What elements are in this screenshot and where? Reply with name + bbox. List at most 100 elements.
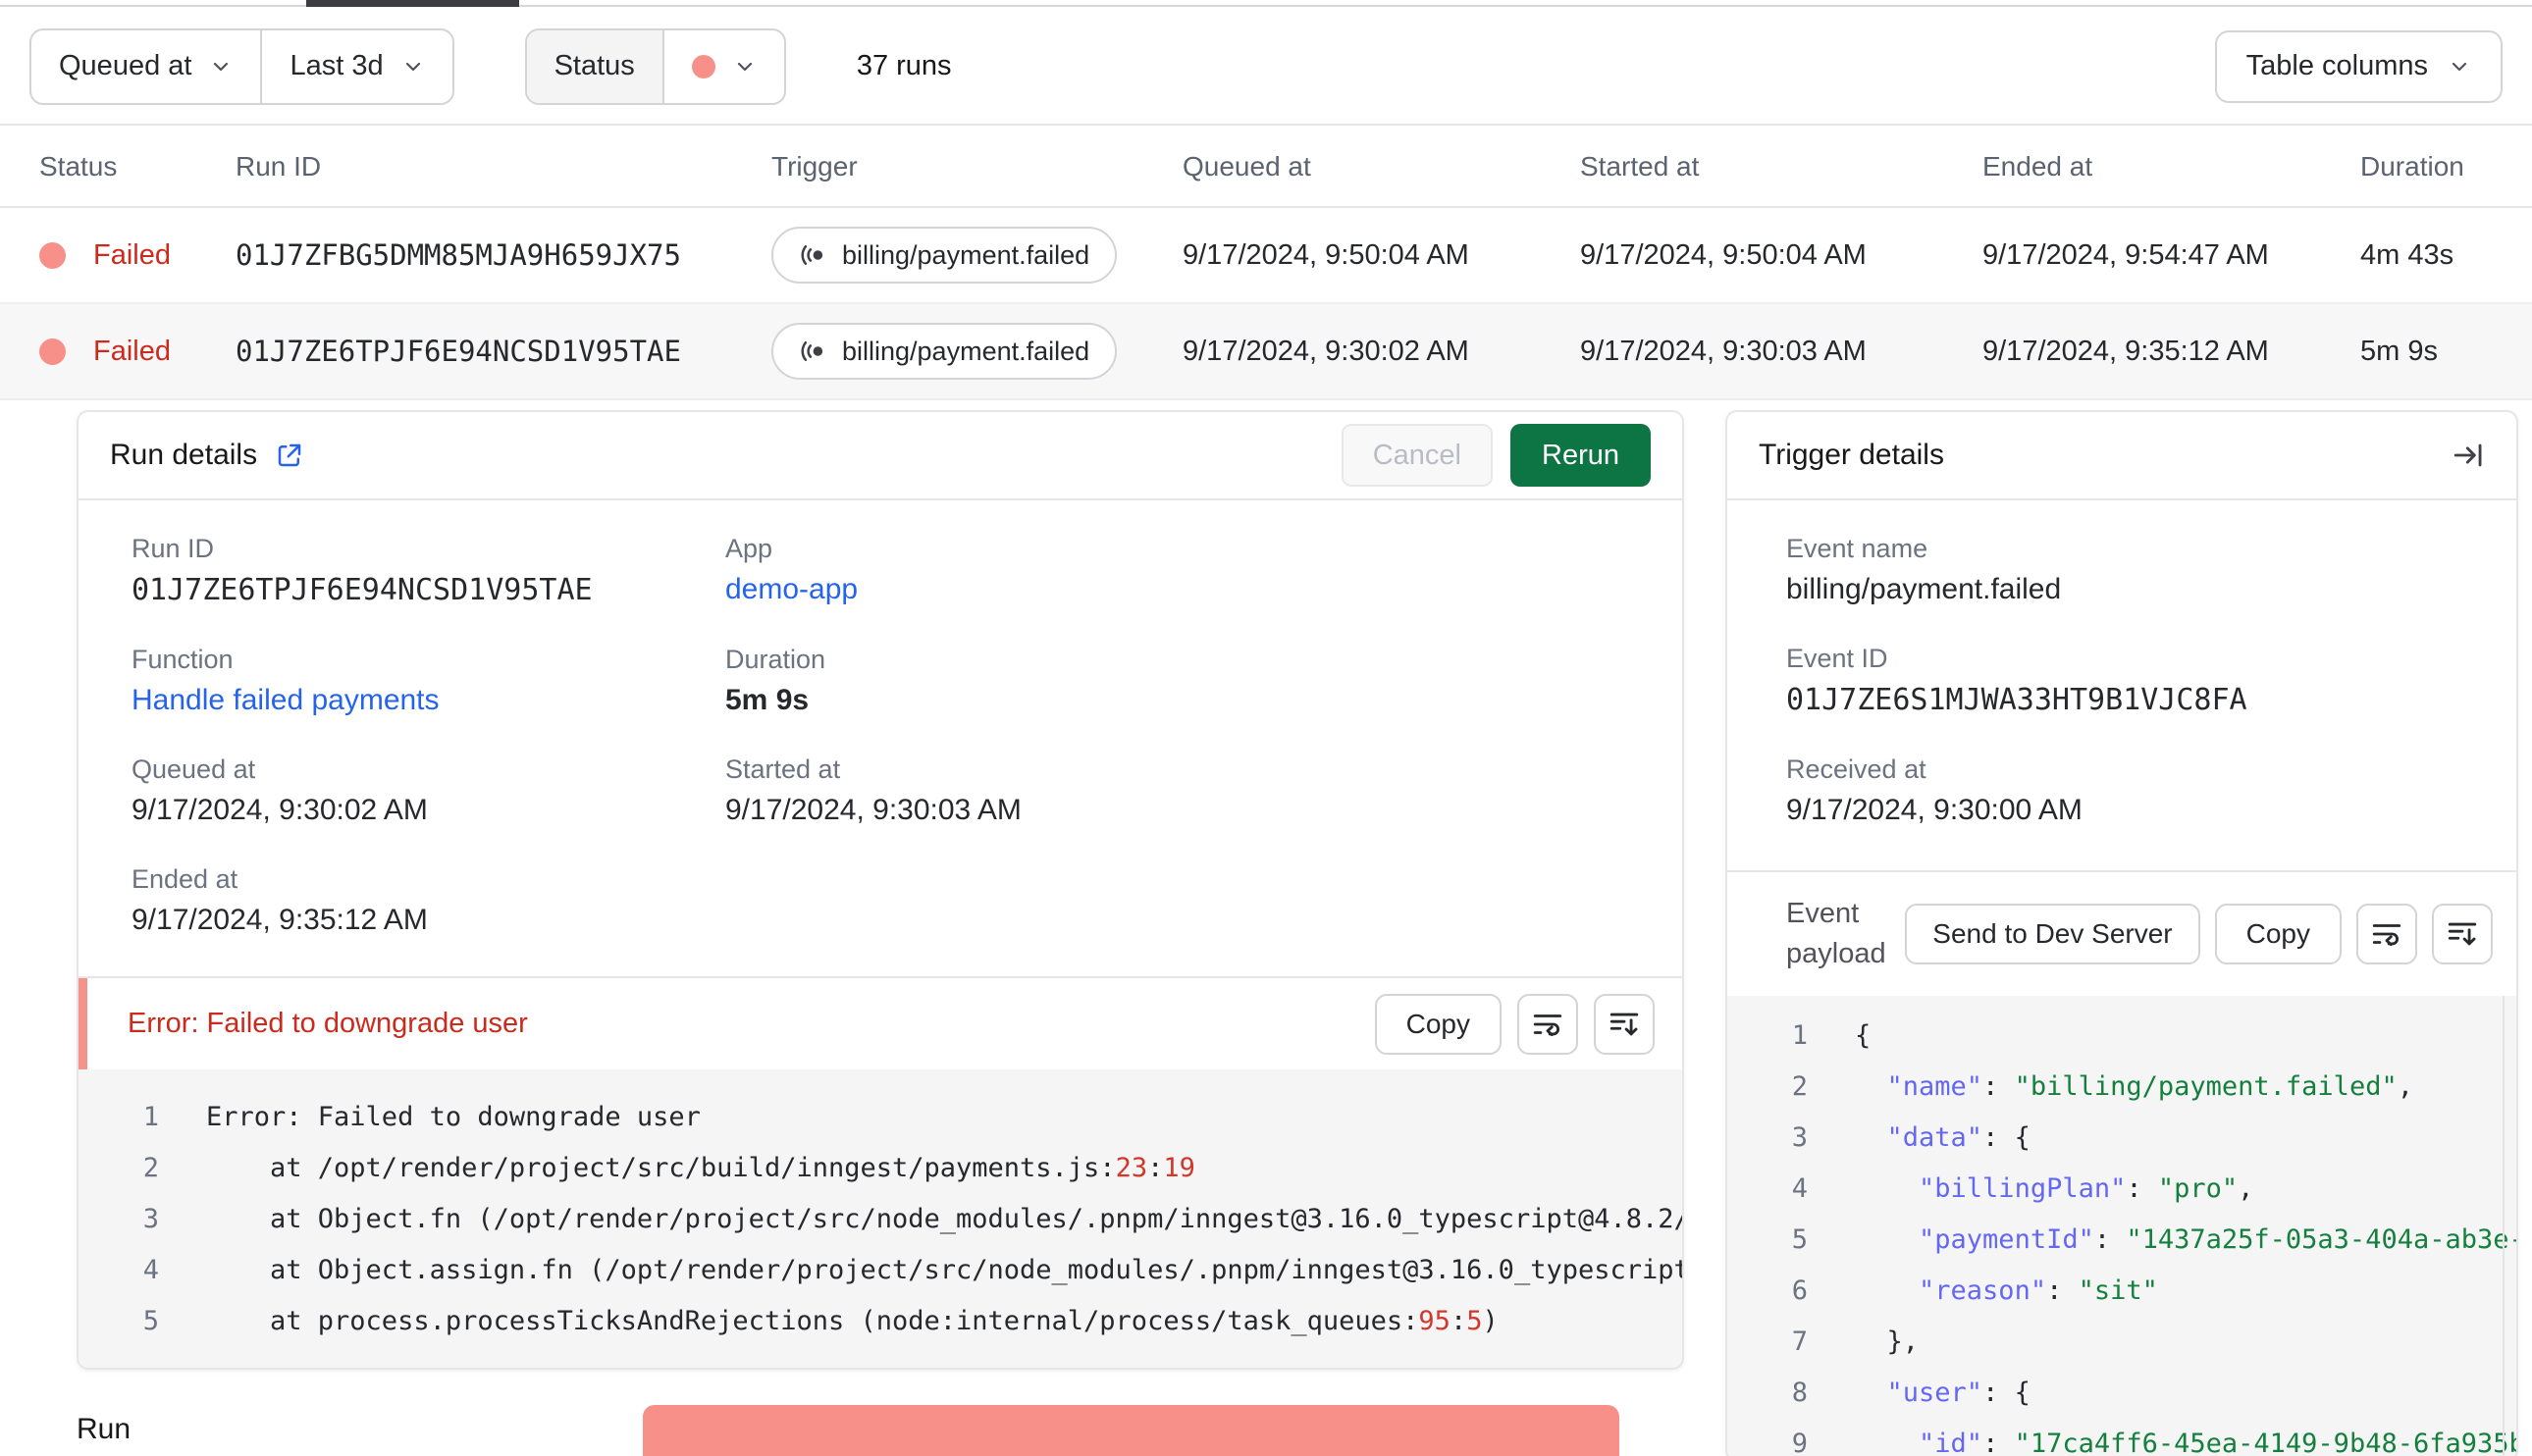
code-text: "id": "17ca4ff6-45ea-4149-9b48-6fa935b83…	[1919, 1428, 2516, 1456]
copy-button-label: Copy	[1405, 1008, 1470, 1039]
stack-trace-code-block[interactable]: 1 Error: Failed to downgrade user 2 at /op…	[79, 1069, 1682, 1368]
run-details-title: Run details	[110, 439, 258, 471]
trigger-details-fields: Event name billing/payment.failed Event …	[1727, 500, 2516, 870]
rerun-button-label: Rerun	[1542, 439, 1619, 471]
trigger-event-pill[interactable]: billing/payment.failed	[771, 323, 1118, 380]
code-text: "paymentId": "1437a25f-05a3-404a-ab3e-d4…	[1919, 1223, 2516, 1255]
send-to-dev-server-label: Send to Dev Server	[1932, 918, 2173, 949]
ended-at-cell: 9/17/2024, 9:35:12 AM	[1982, 335, 2269, 367]
status-label: Failed	[93, 335, 171, 367]
error-accent-bar	[79, 978, 87, 1069]
scroll-to-bottom-icon	[2448, 922, 2477, 946]
chevron-down-icon	[737, 62, 752, 71]
ended-at-cell: 9/17/2024, 9:54:47 AM	[1982, 238, 2269, 271]
wrap-text-button[interactable]	[1517, 993, 1578, 1055]
trigger-details-title: Trigger details	[1759, 439, 1944, 471]
started-at-value: 9/17/2024, 9:30:03 AM	[725, 794, 1022, 826]
line-number: 3	[142, 1203, 159, 1234]
time-range-filter-label: Last 3d	[290, 50, 384, 81]
field-label: App	[725, 534, 773, 563]
field-label: Started at	[725, 754, 841, 784]
cancel-button[interactable]: Cancel	[1341, 424, 1493, 487]
code-line: 3 "data": {	[1727, 1112, 2516, 1163]
line-number: 5	[142, 1305, 159, 1336]
status-filter-label: Status	[554, 50, 635, 81]
code-text: "data": {	[1886, 1121, 2031, 1153]
table-row[interactable]: Failed 01J7ZFBG5DMM85MJA9H659JX75 billin…	[0, 208, 2532, 304]
scroll-to-bottom-icon	[1609, 1013, 1639, 1035]
code-text: at Object.assign.fn (/opt/render/project…	[206, 1254, 1682, 1285]
code-text: Error: Failed to downgrade user	[206, 1101, 701, 1132]
run-timeline-bar[interactable]	[643, 1405, 1619, 1456]
scroll-to-bottom-button[interactable]	[2432, 904, 2493, 964]
failed-status-dot	[39, 241, 66, 269]
line-number: 8	[1791, 1377, 1808, 1408]
code-line: 2 "name": "billing/payment.failed",	[1727, 1061, 2516, 1112]
field-label: Queued at	[132, 754, 256, 784]
ended-at-value: 9/17/2024, 9:35:12 AM	[132, 904, 428, 936]
rerun-button[interactable]: Rerun	[1510, 424, 1651, 487]
event-name-value: billing/payment.failed	[1786, 573, 2062, 605]
run-id-cell: 01J7ZE6TPJF6E94NCSD1V95TAE	[236, 335, 681, 368]
time-filter-group: Queued at Last 3d	[29, 27, 454, 105]
app-link[interactable]: demo-app	[725, 573, 1682, 606]
filters-toolbar: Queued at Last 3d Status 37 runs Table c…	[0, 9, 2532, 126]
col-header-status: Status	[39, 151, 118, 182]
external-link-icon[interactable]	[275, 441, 304, 470]
status-filter-group: Status	[524, 27, 786, 105]
event-payload-code-block[interactable]: 1{2 "name": "billing/payment.failed", 3 "…	[1727, 996, 2516, 1456]
duration-cell: 4m 43s	[2360, 238, 2454, 271]
line-number: 9	[1791, 1428, 1808, 1456]
line-number: 6	[1791, 1274, 1808, 1306]
error-section: Error: Failed to downgrade user Copy 1 Er…	[79, 976, 1682, 1368]
field-label: Run ID	[132, 534, 215, 563]
line-number: 5	[1791, 1223, 1808, 1255]
started-at-cell: 9/17/2024, 9:30:03 AM	[1580, 335, 1867, 367]
code-line: 4 at Object.assign.fn (/opt/render/proje…	[79, 1244, 1682, 1295]
table-row-selected[interactable]: Failed 01J7ZE6TPJF6E94NCSD1V95TAE billin…	[0, 304, 2532, 400]
wrap-text-icon	[1533, 1014, 1562, 1036]
copy-payload-button[interactable]: Copy	[2214, 904, 2342, 964]
copy-error-button[interactable]: Copy	[1374, 993, 1502, 1055]
timeline-run-label: Run	[77, 1413, 132, 1445]
trigger-event-pill[interactable]: billing/payment.failed	[771, 227, 1118, 284]
received-at-value: 9/17/2024, 9:30:00 AM	[1786, 794, 2083, 826]
field-label: Event ID	[1786, 644, 1888, 673]
run-id-value: 01J7ZE6TPJF6E94NCSD1V95TAE	[132, 573, 593, 607]
field-app: App demo-app	[725, 534, 1682, 607]
wrap-text-icon	[2372, 924, 2401, 947]
function-link[interactable]: Handle failed payments	[132, 684, 725, 717]
collapse-right-icon[interactable]	[2452, 439, 2485, 472]
event-payload-title: Event payload	[1786, 898, 1886, 969]
scroll-to-bottom-button[interactable]	[1594, 993, 1655, 1055]
runs-page: Queued at Last 3d Status 37 runs Table c…	[0, 0, 2532, 1456]
col-header-duration: Duration	[2360, 151, 2464, 182]
field-label: Received at	[1786, 754, 1926, 784]
field-queued-at: Queued at 9/17/2024, 9:30:02 AM	[132, 754, 725, 827]
time-range-filter[interactable]: Last 3d	[260, 29, 451, 103]
duration-cell: 5m 9s	[2360, 335, 2438, 367]
send-to-dev-server-button[interactable]: Send to Dev Server	[1905, 904, 2200, 964]
queued-at-value: 9/17/2024, 9:30:02 AM	[132, 794, 428, 826]
table-columns-button[interactable]: Table columns	[2214, 29, 2503, 103]
error-banner: Error: Failed to downgrade user Copy	[79, 978, 1682, 1069]
tab-strip	[0, 0, 2532, 7]
line-number: 4	[1791, 1172, 1808, 1204]
code-line: 9 "id": "17ca4ff6-45ea-4149-9b48-6fa935b…	[1727, 1418, 2516, 1456]
started-at-cell: 9/17/2024, 9:50:04 AM	[1580, 238, 1867, 271]
pulse-event-icon	[801, 245, 823, 265]
status-filter-value[interactable]	[661, 29, 784, 103]
queued-at-filter[interactable]: Queued at	[31, 30, 260, 103]
field-event-id: Event ID 01J7ZE6S1MJWA33HT9B1VJC8FA	[1786, 644, 2516, 717]
run-details-header: Run details Cancel Rerun	[79, 412, 1682, 500]
runs-table: Status Run ID Trigger Queued at Started …	[0, 128, 2532, 400]
code-text: at /opt/render/project/src/build/inngest…	[206, 1152, 1195, 1183]
status-cell: Failed	[39, 239, 236, 272]
code-text: "user": {	[1886, 1377, 2031, 1408]
code-line: 4 "billingPlan": "pro",	[1727, 1163, 2516, 1214]
scrollbar-track[interactable]	[2503, 996, 2505, 1456]
wrap-text-button[interactable]	[2356, 904, 2417, 964]
line-number: 7	[1791, 1326, 1808, 1357]
failed-status-dot	[39, 338, 66, 365]
table-columns-label: Table columns	[2245, 50, 2428, 81]
